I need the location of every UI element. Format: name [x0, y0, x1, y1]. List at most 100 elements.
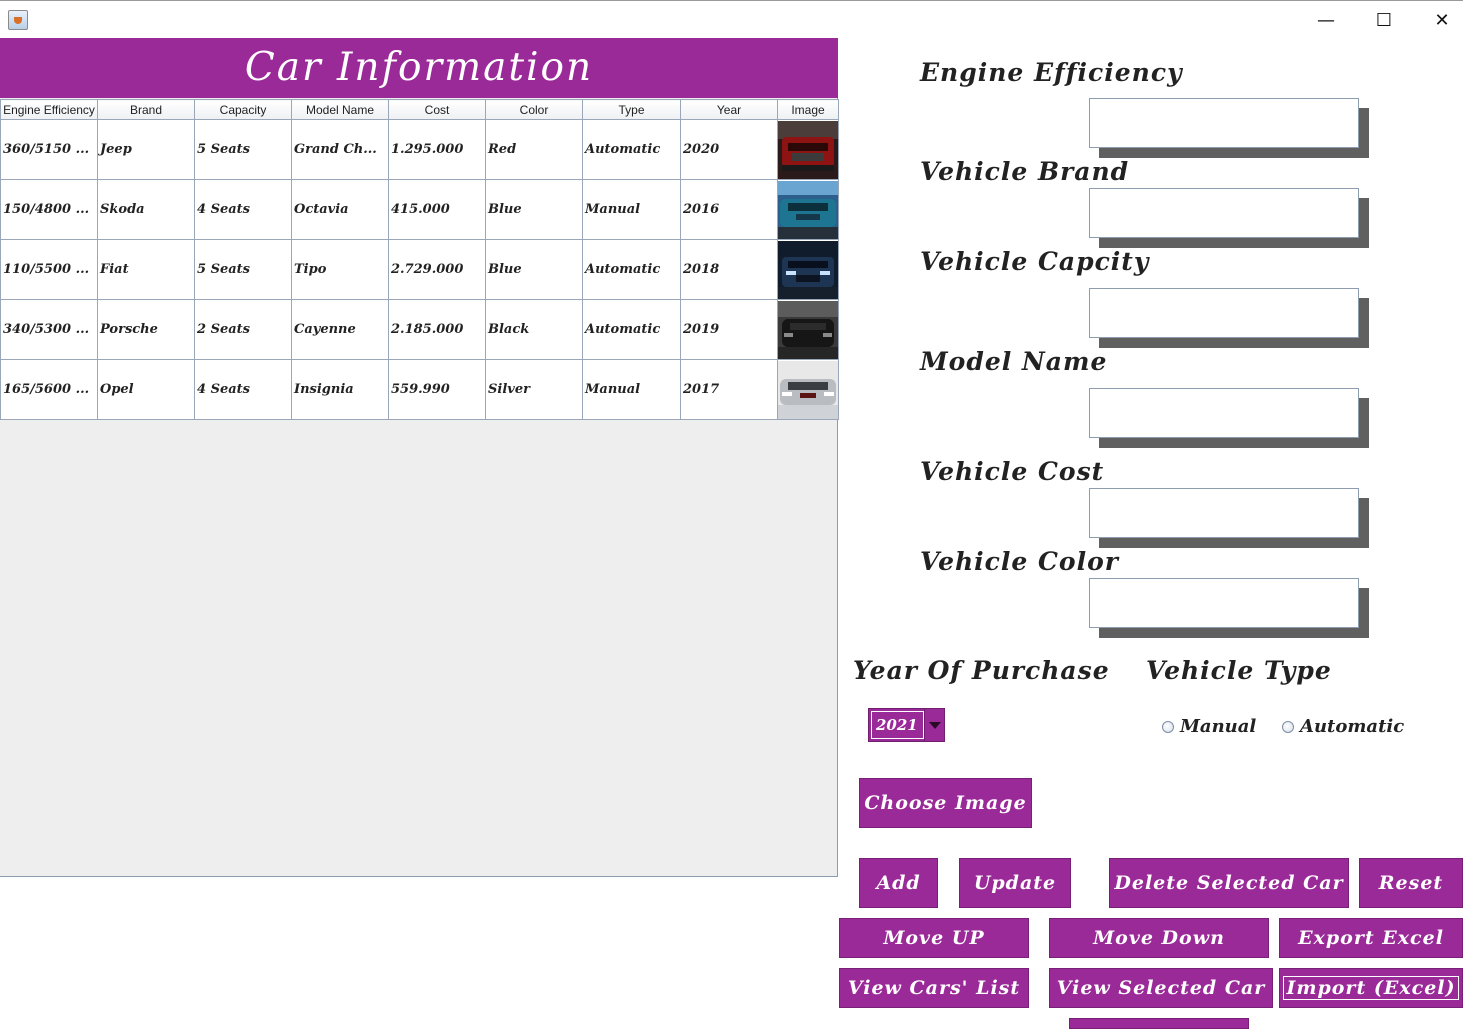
cell-model-name: Tipo [291, 239, 389, 300]
close-icon[interactable]: ✕ [1419, 5, 1463, 35]
vehicle-brand-input[interactable] [1089, 188, 1359, 238]
export-excel-button[interactable]: Export Excel [1279, 918, 1463, 958]
java-app-icon [8, 10, 28, 30]
engine-efficiency-input[interactable] [1089, 98, 1359, 148]
vehicle-cost-label: Vehicle Cost [920, 457, 1105, 486]
column-header-capacity[interactable]: Capacity [194, 99, 292, 120]
table-row[interactable]: 360/5150 ... Jeep 5 Seats Grand Ch... 1.… [0, 119, 839, 180]
vehicle-cost-input[interactable] [1089, 488, 1359, 538]
cell-type: Manual [582, 179, 681, 240]
cell-model-name: Octavia [291, 179, 389, 240]
cell-year: 2020 [680, 119, 778, 180]
car-table: Engine Efficiency Brand Capacity Model N… [0, 99, 839, 420]
cell-year: 2017 [680, 359, 778, 420]
partially-visible-button[interactable] [1069, 1018, 1249, 1029]
import-excel-button[interactable]: Import (Excel) [1279, 968, 1463, 1008]
column-header-type[interactable]: Type [582, 99, 681, 120]
cell-capacity: 4 Seats [194, 179, 292, 240]
reset-button[interactable]: Reset [1359, 858, 1463, 908]
column-header-color[interactable]: Color [485, 99, 583, 120]
car-table-panel: Car Information Engine Efficiency Brand … [0, 38, 839, 877]
import-excel-label: Import (Excel) [1283, 976, 1459, 1000]
minimize-icon[interactable]: — [1303, 5, 1349, 35]
view-cars-list-button[interactable]: View Cars' List [839, 968, 1029, 1008]
column-header-engine-efficiency[interactable]: Engine Efficiency [0, 99, 98, 120]
cell-engine-efficiency: 165/5600 ... [0, 359, 98, 420]
update-button[interactable]: Update [959, 858, 1071, 908]
blue-skoda-image [778, 180, 838, 239]
cell-image [777, 179, 839, 240]
cell-brand: Fiat [97, 239, 195, 300]
vehicle-brand-label: Vehicle Brand [920, 157, 1130, 186]
table-row[interactable]: 110/5500 ... Fiat 5 Seats Tipo 2.729.000… [0, 239, 839, 300]
cell-capacity: 4 Seats [194, 359, 292, 420]
vehicle-type-label: Vehicle Type [1146, 656, 1332, 685]
cell-model-name: Grand Ch... [291, 119, 389, 180]
cell-type: Automatic [582, 299, 681, 360]
blue-fiat-image [778, 240, 838, 299]
table-row[interactable]: 340/5300 ... Porsche 2 Seats Cayenne 2.1… [0, 299, 839, 360]
cell-type: Automatic [582, 239, 681, 300]
radio-automatic[interactable]: Automatic [1282, 716, 1404, 737]
view-selected-car-button[interactable]: View Selected Car [1049, 968, 1273, 1008]
red-jeep-image [778, 120, 838, 179]
move-up-button[interactable]: Move UP [839, 918, 1029, 958]
column-header-model-name[interactable]: Model Name [291, 99, 389, 120]
cell-engine-efficiency: 110/5500 ... [0, 239, 98, 300]
column-header-image[interactable]: Image [777, 99, 839, 120]
cell-model-name: Cayenne [291, 299, 389, 360]
silver-opel-image [778, 360, 838, 419]
cell-image [777, 359, 839, 420]
cell-color: Silver [485, 359, 583, 420]
cell-image [777, 119, 839, 180]
column-header-brand[interactable]: Brand [97, 99, 195, 120]
cell-color: Blue [485, 179, 583, 240]
cell-engine-efficiency: 340/5300 ... [0, 299, 98, 360]
add-button[interactable]: Add [859, 858, 938, 908]
cell-cost: 2.729.000 [388, 239, 486, 300]
cell-year: 2016 [680, 179, 778, 240]
cell-type: Automatic [582, 119, 681, 180]
chevron-down-icon[interactable] [924, 709, 944, 741]
window-titlebar: — ☐ ✕ [0, 0, 1463, 38]
cell-year: 2019 [680, 299, 778, 360]
cell-brand: Porsche [97, 299, 195, 360]
table-row[interactable]: 165/5600 ... Opel 4 Seats Insignia 559.9… [0, 359, 839, 420]
black-porsche-image [778, 300, 838, 359]
radio-manual-label: Manual [1180, 716, 1257, 737]
maximize-icon[interactable]: ☐ [1361, 5, 1407, 35]
cell-brand: Opel [97, 359, 195, 420]
table-header-row: Engine Efficiency Brand Capacity Model N… [0, 99, 839, 120]
engine-efficiency-label: Engine Efficiency [920, 58, 1183, 87]
choose-image-button[interactable]: Choose Image [859, 778, 1032, 828]
delete-selected-car-button[interactable]: Delete Selected Car [1109, 858, 1349, 908]
vehicle-capacity-input[interactable] [1089, 288, 1359, 338]
cell-color: Blue [485, 239, 583, 300]
table-row[interactable]: 150/4800 ... Skoda 4 Seats Octavia 415.0… [0, 179, 839, 240]
year-selected-value: 2021 [871, 711, 924, 739]
cell-capacity: 2 Seats [194, 299, 292, 360]
vehicle-color-input[interactable] [1089, 578, 1359, 628]
cell-cost: 1.295.000 [388, 119, 486, 180]
column-header-year[interactable]: Year [680, 99, 778, 120]
cell-model-name: Insignia [291, 359, 389, 420]
year-dropdown[interactable]: 2021 [868, 708, 945, 742]
model-name-label: Model Name [920, 347, 1108, 376]
radio-automatic-label: Automatic [1300, 716, 1405, 737]
column-header-cost[interactable]: Cost [388, 99, 486, 120]
move-down-button[interactable]: Move Down [1049, 918, 1269, 958]
cell-engine-efficiency: 150/4800 ... [0, 179, 98, 240]
cell-image [777, 299, 839, 360]
cell-cost: 559.990 [388, 359, 486, 420]
radio-circle-icon[interactable] [1162, 720, 1174, 733]
cell-brand: Jeep [97, 119, 195, 180]
cell-capacity: 5 Seats [194, 119, 292, 180]
vehicle-capacity-label: Vehicle Capcity [920, 247, 1150, 276]
model-name-input[interactable] [1089, 388, 1359, 438]
radio-circle-icon[interactable] [1282, 720, 1294, 733]
table-title: Car Information [0, 38, 838, 98]
radio-manual[interactable]: Manual [1162, 716, 1256, 737]
vehicle-color-label: Vehicle Color [920, 547, 1119, 576]
cell-image [777, 239, 839, 300]
cell-type: Manual [582, 359, 681, 420]
